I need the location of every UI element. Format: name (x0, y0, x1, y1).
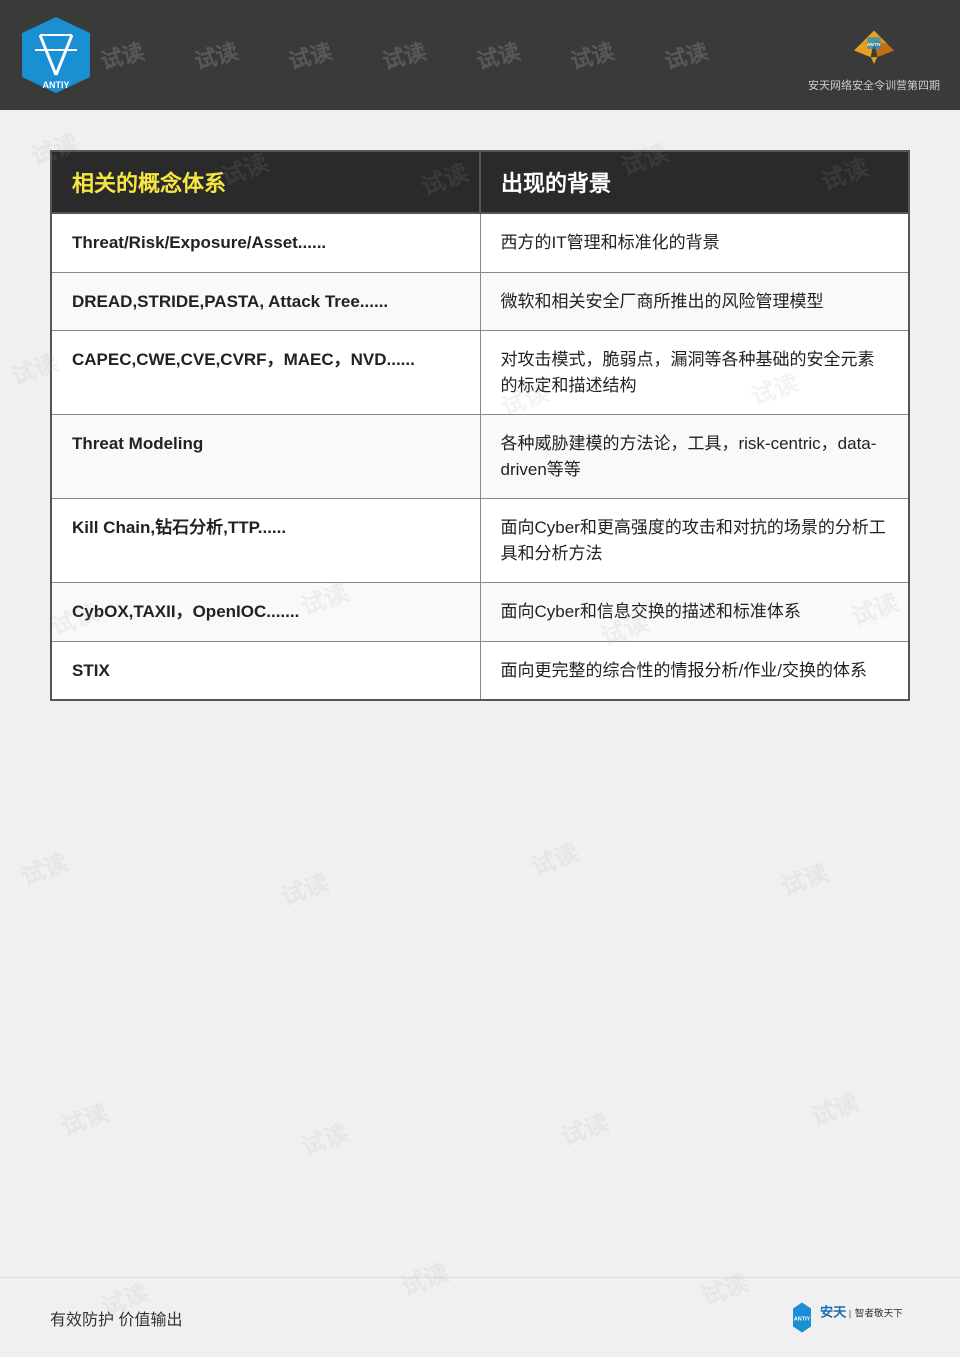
footer: 有效防护 价值输出 ANTIY 安天 | 智者敬天下 (0, 1277, 960, 1357)
header-watermarks: 试读 试读 试读 试读 试读 试读 试读 (100, 0, 780, 110)
body-watermark-12: 试读 (15, 843, 72, 892)
main-content: 相关的概念体系 出现的背景 Threat/Risk/Exposure/Asset… (0, 110, 960, 731)
header-wm-3: 试读 (285, 34, 336, 76)
svg-text:智者敬天下: 智者敬天下 (855, 1307, 903, 1319)
table-row: Threat Modeling各种威胁建模的方法论，工具，risk-centri… (51, 415, 909, 499)
table-cell-right-2: 对攻击模式，脆弱点，漏洞等各种基础的安全元素的标定和描述结构 (480, 331, 909, 415)
data-table: 相关的概念体系 出现的背景 Threat/Risk/Exposure/Asset… (50, 150, 910, 701)
header-logo: ANTIY (20, 15, 92, 95)
footer-right-logo: ANTIY 安天 | 智者敬天下 (790, 1295, 910, 1340)
table-row: CybOX,TAXII，OpenIOC.......面向Cyber和信息交换的描… (51, 583, 909, 642)
header-right-text: 安天网络安全令训营第四期 (808, 77, 940, 93)
body-watermark-19: 试读 (805, 1083, 862, 1132)
header-wm-2: 试读 (191, 34, 242, 76)
table-cell-right-5: 面向Cyber和信息交换的描述和标准体系 (480, 583, 909, 642)
table-cell-right-4: 面向Cyber和更高强度的攻击和对抗的场景的分析工具和分析方法 (480, 499, 909, 583)
svg-text:ANTIY: ANTIY (43, 80, 70, 90)
table-cell-left-1: DREAD,STRIDE,PASTA, Attack Tree...... (51, 272, 480, 331)
body-watermark-16: 试读 (55, 1093, 112, 1142)
body-watermark-15: 试读 (775, 853, 832, 902)
body-watermark-18: 试读 (555, 1103, 612, 1152)
table-row: DREAD,STRIDE,PASTA, Attack Tree......微软和… (51, 272, 909, 331)
body-watermark-14: 试读 (525, 833, 582, 882)
table-cell-left-4: Kill Chain,钻石分析,TTP...... (51, 499, 480, 583)
header-wm-4: 试读 (379, 34, 430, 76)
table-row: CAPEC,CWE,CVE,CVRF，MAEC，NVD......对攻击模式，脆… (51, 331, 909, 415)
antiy-logo: ANTIY (20, 15, 92, 95)
table-row: STIX面向更完整的综合性的情报分析/作业/交换的体系 (51, 641, 909, 700)
col2-header: 出现的背景 (480, 151, 909, 213)
footer-left-text: 有效防护 价值输出 (50, 1306, 182, 1330)
svg-text:ANTIY: ANTIY (794, 1317, 811, 1323)
table-row: Threat/Risk/Exposure/Asset......西方的IT管理和… (51, 213, 909, 272)
header-wm-1: 试读 (100, 34, 147, 76)
table-cell-right-6: 面向更完整的综合性的情报分析/作业/交换的体系 (480, 641, 909, 700)
table-cell-left-5: CybOX,TAXII，OpenIOC....... (51, 583, 480, 642)
table-cell-left-2: CAPEC,CWE,CVE,CVRF，MAEC，NVD...... (51, 331, 480, 415)
table-header-row: 相关的概念体系 出现的背景 (51, 151, 909, 213)
table-cell-left-3: Threat Modeling (51, 415, 480, 499)
col1-header: 相关的概念体系 (51, 151, 480, 213)
header-wm-7: 试读 (661, 34, 712, 76)
body-watermark-17: 试读 (295, 1113, 352, 1162)
svg-text:安天: 安天 (820, 1303, 847, 1319)
table-body: Threat/Risk/Exposure/Asset......西方的IT管理和… (51, 213, 909, 700)
header: ANTIY 试读 试读 试读 试读 试读 试读 试读 ANTIY 安天网络安全令… (0, 0, 960, 110)
table-cell-right-0: 西方的IT管理和标准化的背景 (480, 213, 909, 272)
header-wm-5: 试读 (473, 34, 524, 76)
svg-text:|: | (849, 1308, 852, 1319)
table-cell-left-6: STIX (51, 641, 480, 700)
table-cell-right-3: 各种威胁建模的方法论，工具，risk-centric，data-driven等等 (480, 415, 909, 499)
table-row: Kill Chain,钻石分析,TTP......面向Cyber和更高强度的攻击… (51, 499, 909, 583)
body-watermark-13: 试读 (275, 863, 332, 912)
table-cell-left-0: Threat/Risk/Exposure/Asset...... (51, 213, 480, 272)
header-wm-6: 试读 (567, 34, 618, 76)
svg-text:ANTIY: ANTIY (867, 41, 882, 46)
table-cell-right-1: 微软和相关安全厂商所推出的风险管理模型 (480, 272, 909, 331)
header-right-logo: ANTIY 安天网络安全令训营第四期 (808, 18, 940, 93)
